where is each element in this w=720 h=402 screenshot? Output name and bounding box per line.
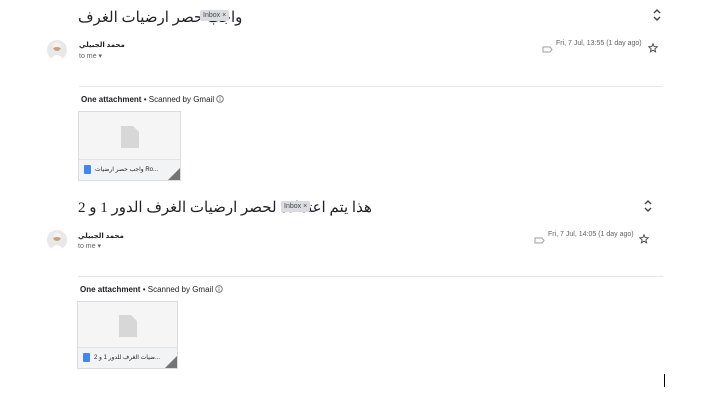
file-icon [84,165,91,174]
attachments-heading: One attachment • Scanned by Gmail [81,95,225,104]
star-icon[interactable] [638,231,650,249]
info-icon[interactable] [215,285,224,294]
star-icon[interactable] [647,40,659,58]
document-preview-icon [121,126,139,148]
page-fold-icon [165,356,177,368]
sender-name[interactable]: محمد الجبيلي [78,232,124,240]
email-date: Fri, 7 Jul, 13:55 (1 day ago) [556,40,642,47]
label-text: Inbox [203,12,221,19]
document-preview-icon [119,315,137,337]
sender-name[interactable]: محمد الجبيلي [79,41,125,49]
attachment-card[interactable]: ضيات الغرف للدور 1 و 2... [77,301,178,369]
attachment-footer: ضيات الغرف للدور 1 و 2... [78,347,177,368]
chevron-down-icon: ▾ [97,243,101,250]
scan-note: • Scanned by Gmail [143,95,215,104]
avatar[interactable] [47,230,67,250]
attachment-count: One attachment [81,95,142,104]
divider [78,276,663,277]
remove-label-icon[interactable]: × [222,12,226,19]
recipient-text: to me [79,53,97,60]
email-date: Fri, 7 Jul, 14:05 (1 day ago) [548,231,634,238]
recipient-dropdown[interactable]: to me ▾ [78,242,101,250]
email-subject: هذا يتم اعتماده لحصر ارضيات الغرف الدور … [78,200,372,216]
expand-collapse-icon[interactable] [643,199,653,218]
recipient-text: to me [78,243,96,250]
attachment-footer: واجب حصر ارضيات Ro... [79,159,180,180]
attachment-name[interactable]: واجب حصر ارضيات Ro... [95,166,158,173]
label-icon [534,231,545,249]
recipient-dropdown[interactable]: to me ▾ [79,52,102,60]
scan-note: • Scanned by Gmail [142,285,214,294]
attachment-card[interactable]: واجب حصر ارضيات Ro... [78,111,181,181]
file-icon [83,353,90,362]
page-fold-icon [168,168,180,180]
attachments-heading: One attachment • Scanned by Gmail [80,285,224,294]
label-text: Inbox [284,203,302,210]
avatar[interactable] [47,40,67,60]
inbox-label-badge[interactable]: Inbox × [200,10,230,21]
attachment-count: One attachment [80,285,141,294]
divider [79,86,663,87]
chevron-down-icon: ▾ [98,53,102,60]
text-cursor [664,374,665,387]
remove-label-icon[interactable]: × [303,203,307,210]
label-icon [542,40,553,58]
attachment-name[interactable]: ضيات الغرف للدور 1 و 2... [94,354,160,361]
inbox-label-badge[interactable]: Inbox × [281,201,311,212]
info-icon[interactable] [216,95,225,104]
expand-collapse-icon[interactable] [652,8,662,27]
